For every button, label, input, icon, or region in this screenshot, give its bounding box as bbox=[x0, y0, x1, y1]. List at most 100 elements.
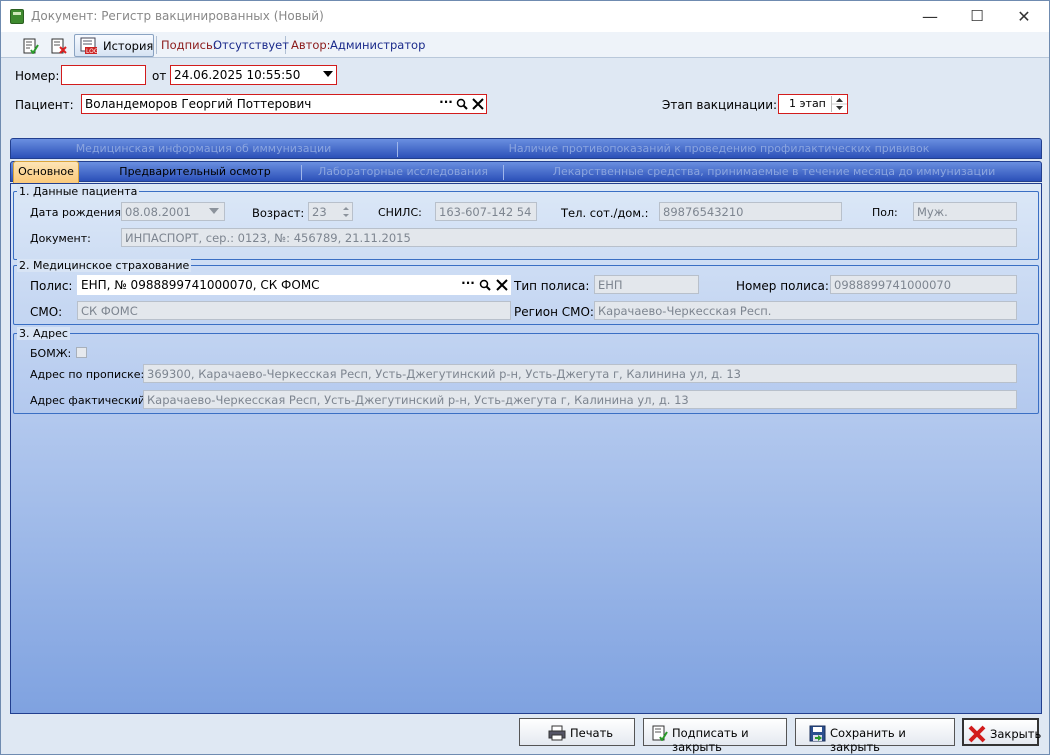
policy-select-button[interactable]: ··· bbox=[460, 276, 476, 292]
fact-address-value: Карачаево-Черкесская Респ, Усть-Джегутин… bbox=[147, 393, 689, 407]
policy-label: Полис: bbox=[30, 279, 73, 293]
author-value: Администратор bbox=[330, 38, 426, 52]
insurance-group: 2. Медицинское страхование Полис: ЕНП, №… bbox=[13, 259, 1039, 325]
policy-input[interactable]: ЕНП, № 0988899741000070, СК ФОМС bbox=[77, 275, 511, 295]
tab-row-top: Медицинская информация об иммунизации На… bbox=[10, 138, 1042, 159]
policy-value: ЕНП, № 0988899741000070, СК ФОМС bbox=[81, 278, 320, 292]
phone-label: Тел. сот./дом.: bbox=[561, 206, 649, 220]
save-close-label: Сохранить и закрыть bbox=[830, 726, 906, 754]
save-close-button[interactable]: Сохранить и закрыть bbox=[795, 718, 955, 754]
footer-bar: Печать Подписать и закрыть Сохранить и з… bbox=[1, 714, 1049, 754]
author-label: Автор: bbox=[291, 38, 331, 52]
date-label: от bbox=[152, 69, 167, 83]
sex-field[interactable]: Муж. bbox=[913, 202, 1017, 221]
tab-content-panel: 1. Данные пациента Дата рождения: 08.08.… bbox=[10, 183, 1042, 714]
tab-main[interactable]: Основное bbox=[13, 161, 79, 183]
group-title: 1. Данные пациента bbox=[17, 185, 140, 198]
toolbar: LOG История bbox=[1, 32, 1049, 58]
policy-number-field[interactable]: 0988899741000070 bbox=[830, 275, 1017, 294]
minimize-button[interactable]: — bbox=[907, 1, 953, 32]
signature-label: Подпись: bbox=[161, 38, 217, 52]
document-field[interactable]: ИНПАСПОРТ, сер.: 0123, №: 456789, 21.11.… bbox=[121, 228, 1017, 247]
policy-number-value: 0988899741000070 bbox=[834, 278, 952, 292]
address-group: 3. Адрес БОМЖ: Адрес по прописке: 369300… bbox=[13, 327, 1039, 414]
number-label: Номер: bbox=[15, 69, 60, 83]
fact-address-field[interactable]: Карачаево-Черкесская Респ, Усть-Джегутин… bbox=[143, 390, 1017, 409]
snils-field[interactable]: 163-607-142 54 bbox=[435, 202, 537, 221]
ellipsis-icon: ··· bbox=[439, 95, 453, 109]
sign-doc-button[interactable] bbox=[19, 34, 41, 56]
history-label: История bbox=[103, 39, 154, 53]
tab-medical-info[interactable]: Медицинская информация об иммунизации bbox=[11, 142, 396, 155]
age-label: Возраст: bbox=[252, 206, 305, 220]
homeless-label: БОМЖ: bbox=[30, 347, 72, 360]
spin-arrows-icon bbox=[832, 98, 847, 110]
chevron-down-icon bbox=[322, 71, 333, 77]
date-dropdown-button[interactable] bbox=[319, 66, 336, 84]
number-input[interactable] bbox=[61, 65, 146, 85]
smo-region-label: Регион СМО: bbox=[514, 305, 594, 319]
unsign-doc-icon bbox=[51, 38, 67, 54]
print-button[interactable]: Печать bbox=[519, 718, 635, 746]
policy-search-icon[interactable] bbox=[479, 279, 491, 291]
patient-input[interactable]: Воландеморов Георгий Поттерович bbox=[81, 94, 487, 114]
document-value: ИНПАСПОРТ, сер.: 0123, №: 456789, 21.11.… bbox=[125, 231, 411, 245]
homeless-checkbox[interactable] bbox=[76, 347, 87, 358]
patient-select-button[interactable]: ··· bbox=[438, 96, 454, 112]
maximize-button[interactable]: ☐ bbox=[954, 1, 1000, 32]
sign-doc-icon bbox=[23, 38, 39, 54]
printer-icon bbox=[548, 725, 566, 741]
patient-search-icon[interactable] bbox=[456, 98, 468, 110]
signature-status: Отсутствует bbox=[213, 38, 289, 52]
sign-close-button[interactable]: Подписать и закрыть bbox=[643, 718, 787, 754]
tab-preliminary-exam[interactable]: Предварительный осмотр bbox=[95, 165, 295, 178]
close-icon bbox=[968, 725, 986, 743]
patient-value: Воландеморов Георгий Поттерович bbox=[85, 97, 312, 111]
sex-value: Муж. bbox=[917, 205, 948, 219]
policy-type-field[interactable]: ЕНП bbox=[594, 275, 699, 294]
spin-arrows-icon bbox=[343, 207, 349, 217]
document-window: Документ: Регистр вакцинированных (Новый… bbox=[0, 0, 1050, 755]
tab-lab-tests[interactable]: Лабораторные исследования bbox=[303, 165, 503, 178]
history-icon: LOG bbox=[80, 37, 98, 55]
reg-address-field[interactable]: 369300, Карачаево-Черкесская Респ, Усть-… bbox=[143, 364, 1017, 383]
ellipsis-icon: ··· bbox=[461, 276, 475, 290]
close-label: Закрыть bbox=[990, 727, 1042, 741]
toolbar-separator bbox=[156, 36, 157, 54]
tab-separator bbox=[301, 165, 302, 180]
phone-field[interactable]: 89876543210 bbox=[659, 202, 842, 221]
group-title: 3. Адрес bbox=[17, 327, 70, 340]
tab-contraindications[interactable]: Наличие противопоказаний к проведению пр… bbox=[399, 142, 1039, 155]
print-label: Печать bbox=[570, 726, 614, 740]
date-input[interactable]: 24.06.2025 10:55:50 bbox=[170, 65, 337, 85]
patient-clear-icon[interactable] bbox=[472, 98, 484, 110]
snils-label: СНИЛС: bbox=[378, 206, 422, 219]
age-value: 23 bbox=[312, 205, 327, 219]
tab-medications[interactable]: Лекарственные средства, принимаемые в те… bbox=[505, 165, 1043, 178]
history-button[interactable]: LOG История bbox=[74, 34, 154, 57]
stage-value: 1 этап bbox=[789, 97, 826, 110]
group-title: 2. Медицинское страхование bbox=[17, 259, 192, 272]
chevron-down-icon bbox=[209, 208, 219, 214]
close-window-button[interactable]: ✕ bbox=[1001, 1, 1047, 32]
snils-value: 163-607-142 54 bbox=[439, 205, 532, 219]
tab-separator bbox=[397, 142, 398, 157]
svg-text:LOG: LOG bbox=[86, 48, 98, 55]
birth-label: Дата рождения: bbox=[30, 206, 125, 219]
reg-address-label: Адрес по прописке: bbox=[30, 368, 145, 381]
policy-number-label: Номер полиса: bbox=[736, 279, 829, 293]
sign-doc-icon bbox=[652, 725, 668, 741]
unsign-doc-button[interactable] bbox=[47, 34, 69, 56]
smo-field[interactable]: СК ФОМС bbox=[77, 301, 511, 320]
policy-type-value: ЕНП bbox=[598, 278, 623, 292]
stage-spin-buttons[interactable] bbox=[831, 96, 847, 112]
patient-label: Пациент: bbox=[15, 98, 74, 112]
policy-clear-icon[interactable] bbox=[496, 279, 508, 291]
title-bar: Документ: Регистр вакцинированных (Новый… bbox=[1, 1, 1049, 32]
patient-data-group: 1. Данные пациента Дата рождения: 08.08.… bbox=[13, 185, 1039, 260]
smo-region-field[interactable]: Карачаево-Черкесская Респ. bbox=[594, 301, 1017, 320]
close-button[interactable]: Закрыть bbox=[962, 718, 1042, 746]
document-label: Документ: bbox=[30, 232, 91, 245]
smo-region-value: Карачаево-Черкесская Респ. bbox=[598, 304, 772, 318]
save-icon bbox=[809, 725, 826, 742]
